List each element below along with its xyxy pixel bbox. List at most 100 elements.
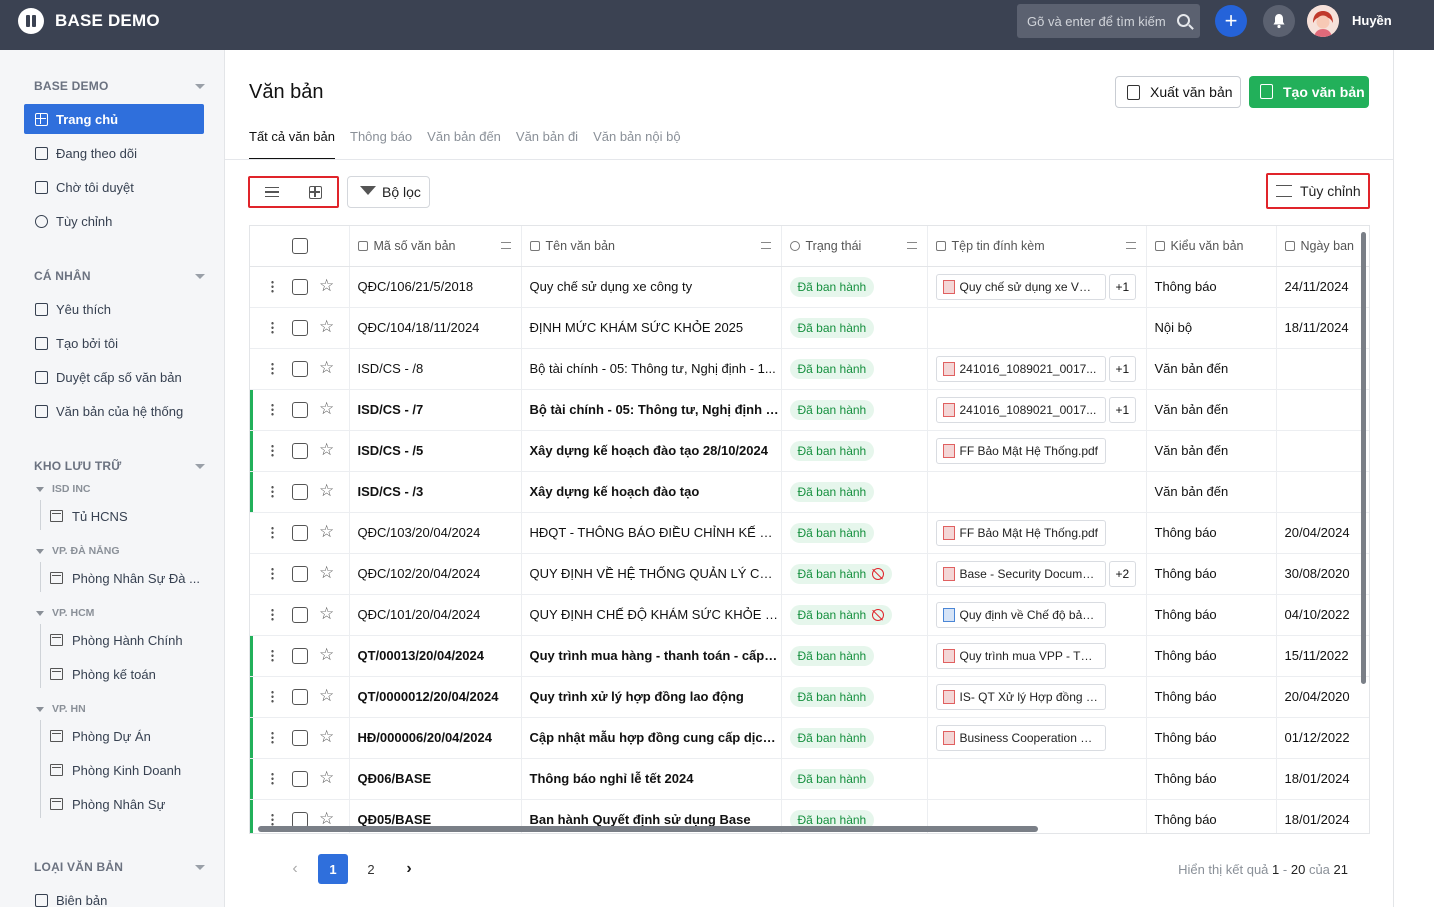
more-vertical-icon[interactable] xyxy=(271,607,274,621)
storage-group-hn[interactable]: VP. HN xyxy=(36,703,86,715)
row-checkbox[interactable] xyxy=(292,729,308,746)
chevron-down-icon[interactable] xyxy=(195,865,205,870)
attachment-chip[interactable]: Business Cooperation Contrac... xyxy=(935,724,1106,751)
document-name[interactable]: QUY ĐỊNH VỀ HỆ THỐNG QUẢN LÝ CHẤ... xyxy=(521,553,782,595)
column-filter-icon[interactable] xyxy=(906,242,917,249)
row-checkbox[interactable] xyxy=(292,606,308,623)
attachment-chip[interactable]: Base - Security Docume... xyxy=(935,560,1106,587)
horizontal-scrollbar[interactable] xyxy=(258,826,1038,832)
column-filter-icon[interactable] xyxy=(1125,242,1136,249)
sidebar-item-created-by-me[interactable]: Tạo bởi tôi xyxy=(24,328,204,358)
document-code[interactable]: QĐC/102/20/04/2024 xyxy=(349,553,522,595)
document-code[interactable]: QĐC/101/20/04/2024 xyxy=(349,594,522,636)
app-logo-icon[interactable] xyxy=(18,8,44,34)
more-vertical-icon[interactable] xyxy=(271,689,274,703)
column-header-code[interactable]: Mã số văn bản xyxy=(349,226,522,267)
document-name[interactable]: Xây dựng kế hoạch đào tạo xyxy=(521,471,782,513)
tab-internal[interactable]: Văn bản nội bộ xyxy=(593,128,680,160)
folder-phong-du-an[interactable]: Phòng Dự Án xyxy=(50,723,220,749)
more-vertical-icon[interactable] xyxy=(271,566,274,580)
chevron-down-icon[interactable] xyxy=(195,274,205,279)
create-document-button[interactable]: Tạo văn bản xyxy=(1249,76,1369,108)
storage-group-da-nang[interactable]: VP. ĐÀ NẴNG xyxy=(36,545,120,557)
star-icon[interactable]: ☆ xyxy=(319,440,334,459)
more-attachments-badge[interactable]: +1 xyxy=(1108,396,1137,423)
document-code[interactable]: ISD/CS - /8 xyxy=(349,348,522,390)
row-checkbox[interactable] xyxy=(292,278,308,295)
folder-phong-nhan-su[interactable]: Phòng Nhân Sự xyxy=(50,791,220,817)
more-vertical-icon[interactable] xyxy=(271,771,274,785)
star-icon[interactable]: ☆ xyxy=(319,522,334,541)
more-attachments-badge[interactable]: +1 xyxy=(1108,273,1137,300)
star-icon[interactable]: ☆ xyxy=(319,686,334,705)
sidebar-item-bien-ban[interactable]: Biên bản xyxy=(24,885,204,907)
star-icon[interactable]: ☆ xyxy=(319,809,334,828)
sidebar-item-pending[interactable]: Chờ tôi duyệt xyxy=(24,172,204,202)
document-name[interactable]: Quy trình mua hàng - thanh toán - cấp p.… xyxy=(521,635,782,677)
row-checkbox[interactable] xyxy=(292,565,308,582)
more-vertical-icon[interactable] xyxy=(271,812,274,826)
row-checkbox[interactable] xyxy=(292,401,308,418)
document-name[interactable]: Bộ tài chính - 05: Thông tư, Nghị định -… xyxy=(521,389,782,431)
row-checkbox[interactable] xyxy=(292,524,308,541)
document-code[interactable]: QĐ06/BASE xyxy=(349,758,522,800)
document-code[interactable]: QĐC/104/18/11/2024 xyxy=(349,307,522,349)
table-row[interactable]: ☆ QT/00013/20/04/2024 Quy trình mua hàng -… xyxy=(250,635,1369,677)
document-name[interactable]: ĐỊNH MỨC KHÁM SỨC KHỎE 2025 xyxy=(521,307,782,349)
document-code[interactable]: ISD/CS - /5 xyxy=(349,430,522,472)
page-button[interactable]: 2 xyxy=(356,854,386,884)
export-button[interactable]: Xuất văn bản xyxy=(1115,76,1241,108)
document-code[interactable]: QĐC/106/21/5/2018 xyxy=(349,266,522,308)
document-name[interactable]: QUY ĐỊNH CHẾ ĐỘ KHÁM SỨC KHỎE VÀ... xyxy=(521,594,782,636)
document-code[interactable]: QĐC/103/20/04/2024 xyxy=(349,512,522,554)
chevron-down-icon[interactable] xyxy=(195,84,205,89)
document-code[interactable]: QT/0000012/20/04/2024 xyxy=(349,676,522,718)
column-header-attachments[interactable]: Tệp tin đính kèm xyxy=(927,226,1147,267)
customize-button[interactable]: Tùy chỉnh xyxy=(1266,173,1370,209)
star-icon[interactable]: ☆ xyxy=(319,317,334,336)
attachment-chip[interactable]: 241016_1089021_0017... xyxy=(935,355,1106,382)
row-checkbox[interactable] xyxy=(292,770,308,787)
more-vertical-icon[interactable] xyxy=(271,443,274,457)
storage-group-isd[interactable]: ISD INC xyxy=(36,483,91,495)
attachment-chip[interactable]: Quy chế sử dụng xe VP ... xyxy=(935,273,1106,300)
sidebar-item-favorites[interactable]: Yêu thích xyxy=(24,294,204,324)
table-row[interactable]: ☆ QĐ06/BASE Thông báo nghỉ lễ tết 2024 Đã b… xyxy=(250,758,1369,800)
column-header-name[interactable]: Tên văn bản xyxy=(521,226,782,267)
more-vertical-icon[interactable] xyxy=(271,730,274,744)
document-code[interactable]: ISD/CS - /3 xyxy=(349,471,522,513)
star-icon[interactable]: ☆ xyxy=(319,563,334,582)
next-page-button[interactable]: › xyxy=(394,854,424,884)
search-box[interactable] xyxy=(1017,4,1200,38)
attachment-chip[interactable]: IS- QT Xử lý Hợp đồng Lao độ... xyxy=(935,683,1106,710)
table-row[interactable]: ☆ QĐC/104/18/11/2024 ĐỊNH MỨC KHÁM SỨC KHỎ… xyxy=(250,307,1369,349)
more-vertical-icon[interactable] xyxy=(271,279,274,293)
filter-button[interactable]: Bộ lọc xyxy=(347,176,430,208)
table-row[interactable]: ☆ QĐC/103/20/04/2024 HĐQT - THÔNG BÁO ĐIỀU… xyxy=(250,512,1369,554)
table-row[interactable]: ☆ HĐ/000006/20/04/2024 Cập nhật mẫu hợp đồ… xyxy=(250,717,1369,759)
folder-phong-ke-toan[interactable]: Phòng kế toán xyxy=(50,661,220,687)
user-name[interactable]: Huyền xyxy=(1352,13,1392,28)
star-icon[interactable]: ☆ xyxy=(319,276,334,295)
sidebar-item-system-docs[interactable]: Văn bản của hệ thống xyxy=(24,396,204,426)
section-title-base-demo[interactable]: BASE DEMO xyxy=(34,79,108,93)
more-vertical-icon[interactable] xyxy=(271,402,274,416)
vertical-scrollbar[interactable] xyxy=(1361,232,1366,684)
document-code[interactable]: ISD/CS - /7 xyxy=(349,389,522,431)
user-avatar[interactable] xyxy=(1307,5,1339,37)
select-all-checkbox[interactable] xyxy=(292,238,308,254)
star-icon[interactable]: ☆ xyxy=(319,645,334,664)
document-code[interactable]: HĐ/000006/20/04/2024 xyxy=(349,717,522,759)
star-icon[interactable]: ☆ xyxy=(319,727,334,746)
notification-bell-icon[interactable] xyxy=(1263,5,1295,37)
grid-view-button[interactable] xyxy=(294,178,338,206)
list-view-button[interactable] xyxy=(250,178,294,206)
section-title-doc-types[interactable]: LOẠI VĂN BẢN xyxy=(34,860,123,874)
chevron-down-icon[interactable] xyxy=(195,464,205,469)
tab-outgoing[interactable]: Văn bản đi xyxy=(516,128,578,160)
section-title-personal[interactable]: CÁ NHÂN xyxy=(34,269,91,283)
row-checkbox[interactable] xyxy=(292,442,308,459)
star-icon[interactable]: ☆ xyxy=(319,481,334,500)
more-vertical-icon[interactable] xyxy=(271,320,274,334)
document-name[interactable]: Quy trình xử lý hợp đồng lao động xyxy=(521,676,782,718)
